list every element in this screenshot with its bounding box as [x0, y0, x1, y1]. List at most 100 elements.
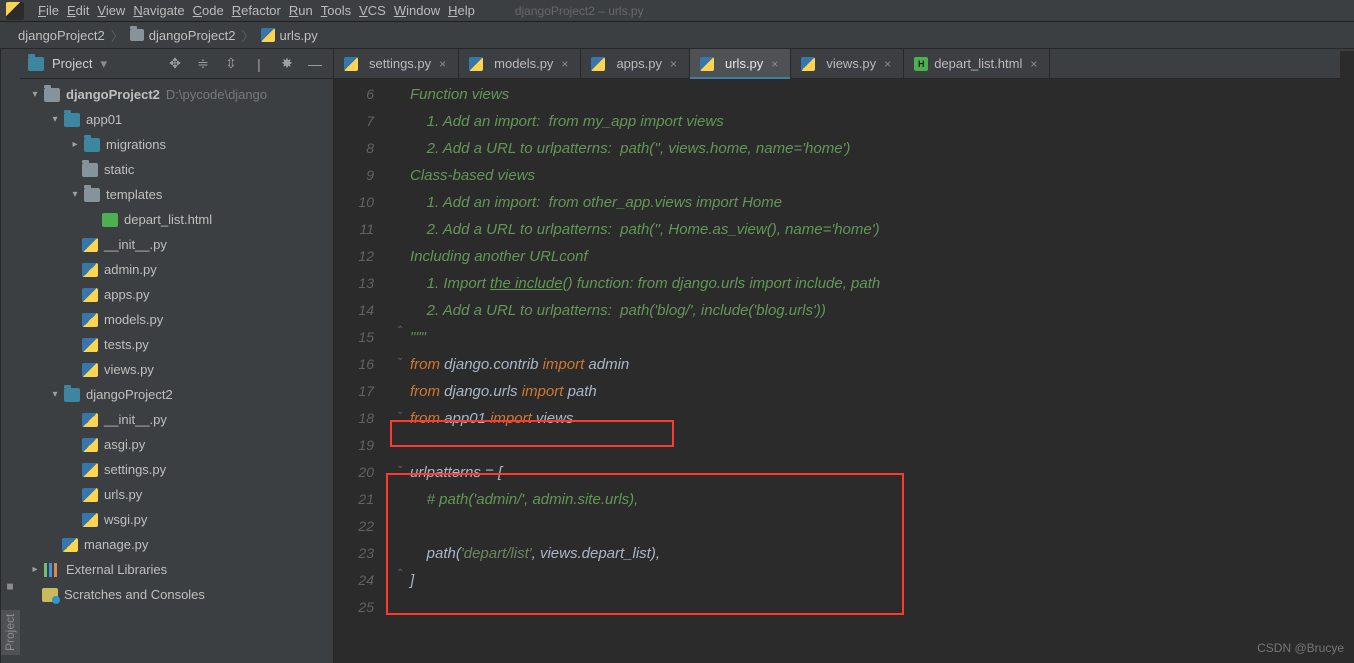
close-icon[interactable]: × — [437, 57, 448, 71]
gear-icon[interactable]: ✸ — [277, 54, 297, 74]
menu-help[interactable]: Help — [444, 1, 479, 20]
divider: | — [249, 54, 269, 74]
python-file-icon — [261, 28, 275, 42]
tree-file-models[interactable]: models.py — [20, 307, 333, 332]
tree-file-asgi[interactable]: asgi.py — [20, 432, 333, 457]
tree-file-init2[interactable]: __init__.py — [20, 407, 333, 432]
right-gutter — [1340, 51, 1354, 663]
watermark: CSDN @Brucye — [1257, 641, 1344, 655]
tree-dir-templates[interactable]: ▾templates — [20, 182, 333, 207]
tree-file-depart-list[interactable]: depart_list.html — [20, 207, 333, 232]
tree-dir-app01[interactable]: ▾app01 — [20, 107, 333, 132]
tree-file-apps[interactable]: apps.py — [20, 282, 333, 307]
tree-file-admin[interactable]: admin.py — [20, 257, 333, 282]
tool-tab-structure[interactable]: ■ — [1, 576, 20, 598]
menu-vcs[interactable]: VCS — [355, 1, 390, 20]
editor-area: settings.py×models.py×apps.py×urls.py×vi… — [334, 49, 1354, 663]
fold-start-icon[interactable]: ⌄ — [396, 406, 404, 417]
chevron-right-icon: 〉 — [239, 26, 256, 45]
tab-settings-py[interactable]: settings.py× — [334, 49, 459, 78]
html-file-icon — [102, 213, 118, 227]
menu-edit[interactable]: Edit — [63, 1, 93, 20]
python-file-icon — [82, 513, 98, 527]
tree-file-wsgi[interactable]: wsgi.py — [20, 507, 333, 532]
menu-file[interactable]: File — [34, 1, 63, 20]
tree-scratches[interactable]: Scratches and Consoles — [20, 582, 333, 607]
folder-icon — [130, 29, 144, 41]
python-file-icon — [344, 57, 358, 71]
python-file-icon — [82, 488, 98, 502]
tree-file-urls[interactable]: urls.py — [20, 482, 333, 507]
python-file-icon — [82, 288, 98, 302]
folder-icon — [44, 88, 60, 102]
project-sidebar: Project ▾ ✥ ≑ ⇳ | ✸ — ▾djangoProject2D:\… — [20, 49, 334, 663]
sidebar-header: Project ▾ ✥ ≑ ⇳ | ✸ — — [20, 49, 333, 79]
python-file-icon — [82, 413, 98, 427]
tab-depart_list-html[interactable]: depart_list.html× — [904, 49, 1050, 78]
hide-icon[interactable]: — — [305, 54, 325, 74]
tab-views-py[interactable]: views.py× — [791, 49, 904, 78]
python-file-icon — [700, 57, 714, 71]
python-file-icon — [82, 463, 98, 477]
folder-icon — [82, 163, 98, 177]
select-opened-file-icon[interactable]: ✥ — [165, 54, 185, 74]
menu-view[interactable]: View — [93, 1, 129, 20]
menu-run[interactable]: Run — [285, 1, 317, 20]
menu-code[interactable]: Code — [189, 1, 228, 20]
tab-models-py[interactable]: models.py × — [459, 49, 581, 78]
python-file-icon — [62, 538, 78, 552]
folder-icon — [84, 188, 100, 202]
python-file-icon — [82, 438, 98, 452]
tab-label: models.py — [494, 56, 553, 71]
line-number-gutter: 678910111213141516171819202122232425 — [334, 79, 394, 621]
tool-tab-project[interactable]: Project — [1, 610, 20, 655]
close-icon[interactable]: × — [769, 57, 780, 71]
dropdown-icon[interactable]: ▾ — [100, 56, 107, 72]
menu-navigate[interactable]: Navigate — [129, 1, 188, 20]
tree-ext-libs[interactable]: ▸External Libraries — [20, 557, 333, 582]
tree-dir-migrations[interactable]: ▸migrations — [20, 132, 333, 157]
tab-apps-py[interactable]: apps.py × — [581, 49, 690, 78]
tree-dir-static[interactable]: static — [20, 157, 333, 182]
collapse-all-icon[interactable]: ⇳ — [221, 54, 241, 74]
chevron-right-icon: 〉 — [109, 26, 126, 45]
menu-window[interactable]: Window — [390, 1, 444, 20]
python-file-icon — [591, 57, 605, 71]
tree-file-tests[interactable]: tests.py — [20, 332, 333, 357]
app-logo-icon — [6, 2, 24, 20]
close-icon[interactable]: × — [559, 57, 570, 71]
tree-file-init[interactable]: __init__.py — [20, 232, 333, 257]
breadcrumb-dir[interactable]: djangoProject2 — [126, 28, 240, 43]
fold-start-icon[interactable]: ⌄ — [396, 352, 404, 363]
python-file-icon — [82, 313, 98, 327]
project-tree[interactable]: ▾djangoProject2D:\pycode\django ▾app01 ▸… — [20, 79, 333, 663]
tree-file-views[interactable]: views.py — [20, 357, 333, 382]
html-file-icon — [914, 57, 928, 71]
close-icon[interactable]: × — [1028, 57, 1039, 71]
tree-root[interactable]: ▾djangoProject2D:\pycode\django — [20, 82, 333, 107]
fold-end-icon[interactable]: ⌃ — [396, 568, 404, 579]
close-icon[interactable]: × — [882, 57, 893, 71]
fold-start-icon[interactable]: ⌄ — [396, 460, 404, 471]
tree-file-settings[interactable]: settings.py — [20, 457, 333, 482]
tab-urls-py[interactable]: urls.py× — [690, 49, 791, 78]
tree-file-manage[interactable]: manage.py — [20, 532, 333, 557]
expand-all-icon[interactable]: ≑ — [193, 54, 213, 74]
python-file-icon — [469, 57, 483, 71]
menu-refactor[interactable]: Refactor — [228, 1, 285, 20]
breadcrumb-root[interactable]: djangoProject2 — [14, 28, 109, 43]
fold-end-icon[interactable]: ⌃ — [396, 325, 404, 336]
tab-label: apps.py — [616, 56, 662, 71]
code-content[interactable]: Function views 1. Add an import: from my… — [410, 81, 1354, 621]
main-menu-bar: FileEditViewNavigateCodeRefactorRunTools… — [0, 0, 1354, 22]
python-file-icon — [801, 57, 815, 71]
code-editor[interactable]: 678910111213141516171819202122232425 ⌃ ⌄… — [334, 79, 1354, 663]
scratches-icon — [42, 588, 58, 602]
tree-dir-project2[interactable]: ▾djangoProject2 — [20, 382, 333, 407]
project-icon — [28, 57, 44, 71]
close-icon[interactable]: × — [668, 57, 679, 71]
menu-tools[interactable]: Tools — [317, 1, 355, 20]
python-file-icon — [82, 263, 98, 277]
python-package-icon — [84, 138, 100, 152]
breadcrumb-file[interactable]: urls.py — [257, 28, 322, 43]
